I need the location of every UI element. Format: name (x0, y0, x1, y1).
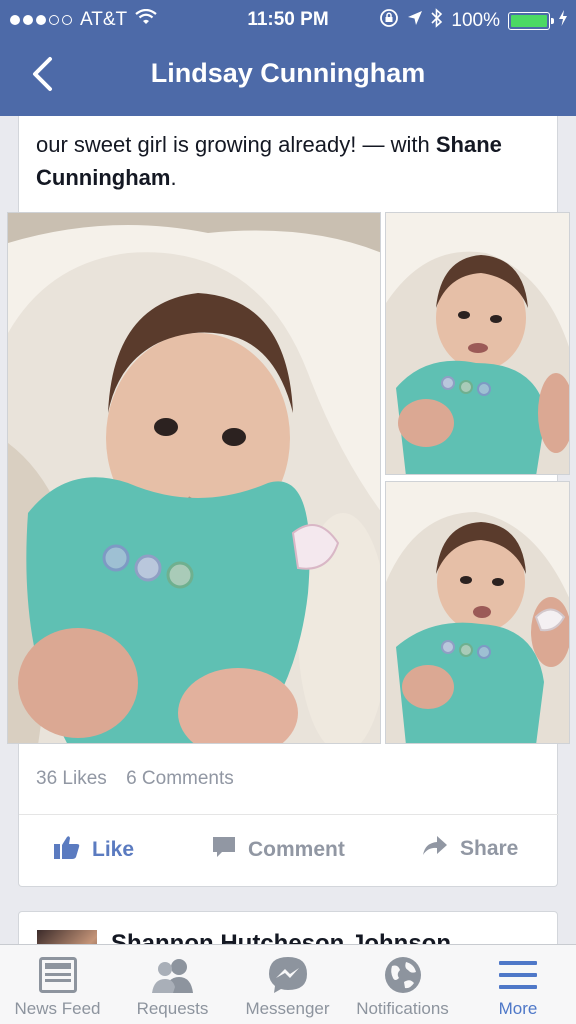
like-label: Like (92, 838, 135, 861)
menu-icon (498, 955, 538, 995)
post-caption: our sweet girl is growing already! — wit… (36, 128, 541, 194)
tab-label: Notifications (356, 999, 449, 1018)
tab-notifications[interactable]: Notifications (345, 945, 460, 1024)
rotation-lock-icon (379, 8, 399, 34)
battery-percent: 100% (451, 10, 500, 31)
requests-icon (149, 955, 197, 995)
share-arrow-icon (422, 835, 448, 863)
likes-count[interactable]: 36 Likes (36, 768, 107, 789)
tab-label: Requests (136, 999, 209, 1018)
location-arrow-icon (407, 10, 423, 32)
tab-news-feed[interactable]: News Feed (0, 945, 115, 1024)
comments-count[interactable]: 6 Comments (126, 768, 234, 789)
tab-messenger[interactable]: Messenger (230, 945, 345, 1024)
tab-more[interactable]: More (460, 945, 576, 1024)
post-actions: Like Comment Share (19, 815, 559, 887)
speech-bubble-icon (212, 835, 236, 865)
comment-label: Comment (248, 838, 345, 861)
post-photo-bottom-right[interactable] (385, 481, 570, 744)
globe-icon (384, 955, 422, 995)
tab-label: More (498, 999, 538, 1018)
news-feed-icon (38, 955, 77, 995)
post-photo-main[interactable] (7, 212, 381, 744)
navigation-bar: Lindsay Cunningham (0, 38, 576, 116)
share-button[interactable]: Share (422, 835, 518, 863)
tab-requests[interactable]: Requests (115, 945, 230, 1024)
charging-bolt-icon (558, 10, 568, 32)
caption-text: our sweet girl is growing already! — wit… (36, 132, 430, 157)
caption-end: . (170, 165, 177, 190)
thumbs-up-icon (54, 835, 80, 865)
like-button[interactable]: Like (54, 835, 134, 865)
post-stats: 36 Likes 6 Comments (36, 768, 248, 790)
page-title: Lindsay Cunningham (150, 58, 426, 88)
battery-icon (508, 12, 554, 30)
comment-button[interactable]: Comment (212, 835, 345, 865)
share-label: Share (460, 837, 519, 860)
bluetooth-icon (431, 8, 443, 34)
tab-label: Messenger (245, 999, 330, 1018)
tab-bar: News Feed Requests Messenger Notificatio… (0, 944, 576, 1024)
tab-label: News Feed (14, 999, 101, 1018)
status-bar: AT&T 11:50 PM 100% (0, 0, 576, 38)
top-bar: AT&T 11:50 PM 100% Lindsay Cunningham (0, 0, 576, 116)
messenger-icon (268, 955, 308, 995)
post-photo-top-right[interactable] (385, 212, 570, 475)
